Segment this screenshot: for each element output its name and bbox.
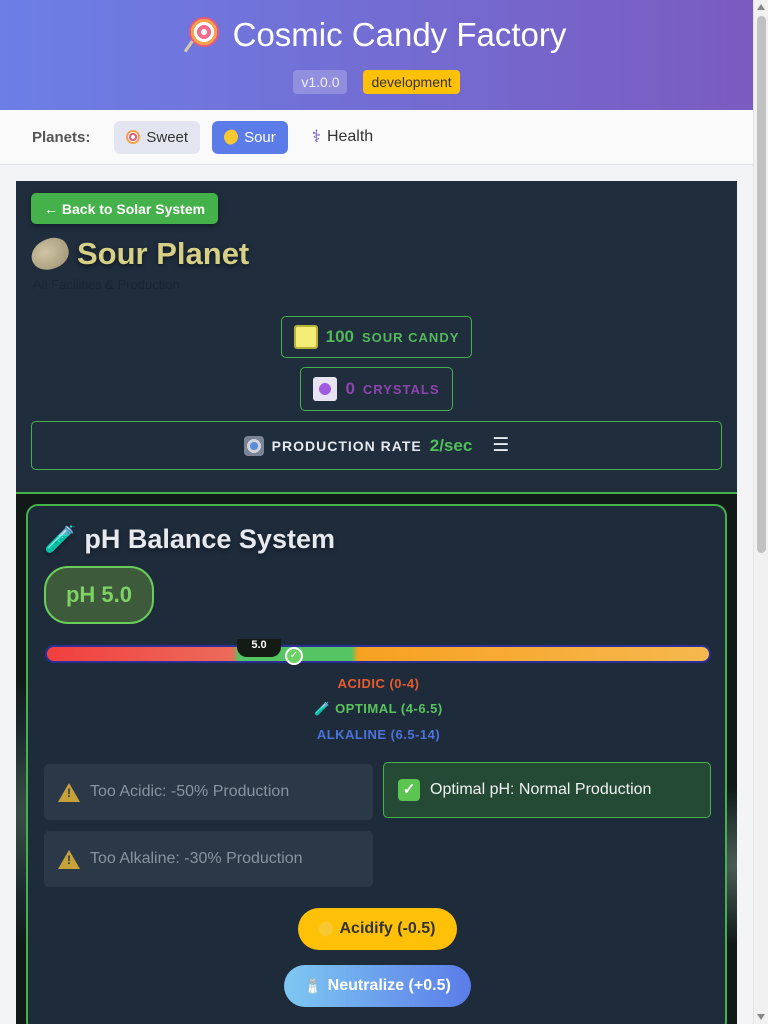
planet-tab-sweet[interactable]: Sweet [114, 120, 201, 154]
crystals-label: CRYSTALS [362, 381, 440, 397]
scrollbar-thumb[interactable] [757, 16, 766, 553]
crystal-icon [313, 377, 338, 401]
zone-alkaline-label: ALKALINE (6.5-14) [316, 727, 441, 742]
back-to-solar-system-button[interactable]: ← Back to Solar System [31, 193, 219, 224]
test-tube-icon: 🧪 [44, 524, 77, 554]
version-badge: v1.0.0 [293, 70, 348, 94]
effect-optimal: ✓ Optimal pH: Normal Production [383, 762, 711, 818]
ph-marker: 5.0 [237, 639, 281, 657]
effect-text: Too Acidic: -50% Production [90, 783, 290, 800]
salt-shaker-icon: 🧂 [304, 977, 322, 994]
gear-icon [243, 435, 264, 456]
ph-title: 🧪 pH Balance System [44, 524, 335, 555]
effect-text: Too Alkaline: -30% Production [90, 850, 303, 867]
planet-tab-label: Sweet [146, 128, 189, 146]
ph-title-text: pH Balance System [84, 524, 335, 554]
planets-nav-label: Planets: [32, 128, 91, 146]
planet-panel: ← Back to Solar System Sour Planet All F… [16, 181, 737, 1024]
scroll-up-arrow-icon[interactable] [757, 4, 765, 10]
sour-candy-label: SOUR CANDY [361, 329, 460, 345]
neutralize-label: Neutralize (+0.5) [327, 977, 451, 994]
menu-icon[interactable]: ☰ [492, 434, 509, 457]
planet-tab-sour[interactable]: Sour [212, 120, 288, 154]
acidify-button[interactable]: Acidify (-0.5) [298, 908, 457, 950]
warning-icon [58, 849, 80, 869]
planet-title-text: Sour Planet [77, 236, 250, 271]
zone-optimal-text: OPTIMAL (4-6.5) [335, 701, 443, 716]
badges: v1.0.0 development [0, 70, 753, 94]
app-title: Cosmic Candy Factory [0, 16, 753, 54]
sour-candy-count: 100 [325, 327, 354, 346]
ph-scale-bar: 5.0 ✓ [45, 639, 711, 665]
space-background: 🧪 pH Balance System pH 5.0 5.0 ✓ ACIDIC … [16, 494, 737, 1024]
crystals-stat: 0 CRYSTALS [300, 367, 453, 411]
warning-icon [58, 782, 80, 802]
production-rate-value: 2/sec [429, 435, 473, 455]
candy-icon [293, 325, 318, 349]
planet-tab-health[interactable]: ⚕ Health [300, 121, 385, 154]
acidify-label: Acidify (-0.5) [339, 920, 436, 937]
zone-optimal-label: 🧪 OPTIMAL (4-6.5) [28, 701, 729, 717]
app-title-text: Cosmic Candy Factory [232, 16, 567, 53]
ph-current-value: pH 5.0 [44, 566, 154, 624]
vertical-scrollbar[interactable] [753, 0, 768, 1024]
environment-badge: development [363, 70, 460, 94]
planet-tab-label: Health [326, 128, 374, 145]
check-icon: ✓ [285, 647, 303, 665]
lollipop-icon [126, 130, 141, 144]
lemon-icon [221, 127, 241, 147]
lemon-icon [27, 233, 73, 275]
scroll-down-arrow-icon[interactable] [757, 1014, 765, 1020]
planets-nav: Planets: Sweet Sour ⚕ Health [0, 110, 753, 165]
planet-subtitle: All Facilities & Production [33, 277, 180, 292]
app-header: Cosmic Candy Factory v1.0.0 development [0, 0, 753, 110]
zone-acidic-label: ACIDIC (0-4) [337, 676, 420, 691]
production-rate-box: PRODUCTION RATE 2/sec ☰ [31, 421, 722, 470]
caduceus-icon: ⚕ [311, 127, 321, 146]
crystals-count: 0 [345, 379, 355, 398]
planet-title: Sour Planet [27, 233, 250, 275]
effect-too-alkaline: Too Alkaline: -30% Production [44, 831, 373, 887]
effect-too-acidic: Too Acidic: -50% Production [44, 764, 373, 820]
test-tube-icon: 🧪 [314, 701, 336, 716]
neutralize-button[interactable]: 🧂 Neutralize (+0.5) [284, 965, 471, 1007]
planet-tab-label: Sour [244, 128, 276, 146]
planet-header-area: ← Back to Solar System Sour Planet All F… [16, 181, 737, 492]
ph-balance-card: 🧪 pH Balance System pH 5.0 5.0 ✓ ACIDIC … [26, 504, 727, 1024]
effect-text: Optimal pH: Normal Production [430, 781, 652, 798]
production-rate-label: PRODUCTION RATE [271, 437, 422, 454]
lollipop-icon [183, 17, 223, 53]
sour-candy-stat: 100 SOUR CANDY [281, 316, 472, 358]
lemon-icon [316, 919, 337, 939]
check-icon: ✓ [398, 779, 420, 801]
